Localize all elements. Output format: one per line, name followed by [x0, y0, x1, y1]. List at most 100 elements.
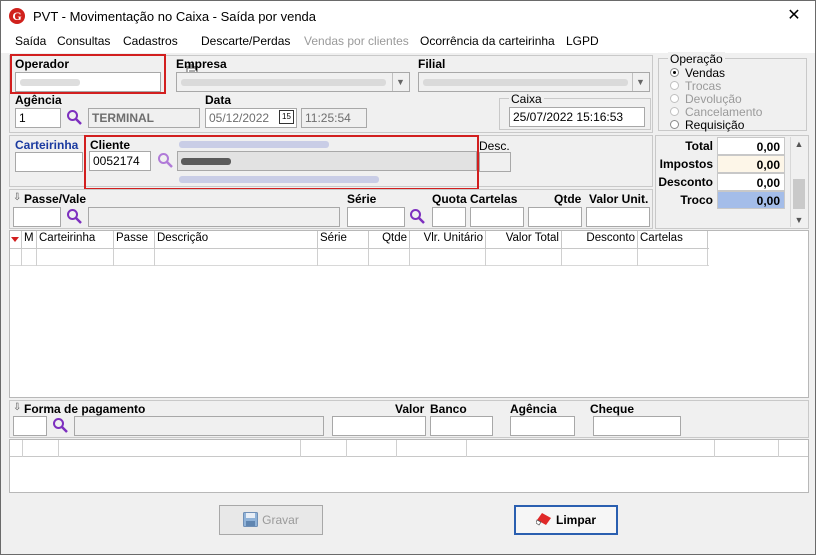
radio-devolucao[interactable] [670, 94, 679, 103]
payment-grid[interactable] [9, 439, 809, 493]
valor-field[interactable] [332, 416, 426, 436]
grid-marker-cell [10, 231, 22, 248]
filial-dropdown-icon[interactable]: ▼ [632, 73, 648, 91]
filial-select[interactable] [418, 72, 650, 92]
radio-trocas-label: Trocas [685, 79, 722, 93]
radio-vendas[interactable] [670, 68, 679, 77]
limpar-label: Limpar [555, 513, 596, 527]
pagamento-pin-icon: ⇩ [13, 402, 22, 413]
banco-label: Banco [430, 402, 467, 416]
cliente-highlight [84, 135, 479, 190]
cartelas-field[interactable] [470, 207, 524, 227]
valor-unit-field[interactable] [586, 207, 650, 227]
passe-label: Passe/Vale [24, 192, 87, 206]
agencia-label: Agência [15, 93, 62, 107]
radio-vendas-label: Vendas [685, 66, 726, 80]
carteirinha-field[interactable] [15, 152, 83, 172]
pagamento-search-icon[interactable] [52, 417, 68, 433]
col-m[interactable]: M [22, 231, 37, 248]
limpar-button[interactable]: Limpar [514, 505, 618, 535]
gravar-button[interactable]: Gravar [219, 505, 323, 535]
app-logo-icon: G [9, 8, 25, 24]
col-desconto[interactable]: Desconto [562, 231, 638, 248]
window-title: PVT - Movimentação no Caixa - Saída por … [33, 9, 317, 24]
serie-search-icon[interactable] [409, 208, 425, 224]
empresa-label: Empresa [176, 57, 227, 71]
qtde-field[interactable] [528, 207, 582, 227]
calendar-icon[interactable]: 15 [279, 110, 294, 124]
passe-pin-icon: ⇩ [13, 192, 22, 203]
main-window: G PVT - Movimentação no Caixa - Saída po… [0, 0, 816, 555]
empresa-select[interactable] [176, 72, 410, 92]
pag-agencia-label: Agência [510, 402, 557, 416]
menu-consultas[interactable]: Consultas [57, 34, 110, 48]
agencia-search-icon[interactable] [66, 109, 82, 125]
empresa-dropdown-icon[interactable]: ▼ [392, 73, 408, 91]
cheque-field[interactable] [593, 416, 681, 436]
title-bar: G PVT - Movimentação no Caixa - Saída po… [1, 1, 815, 31]
scroll-down-icon[interactable]: ▼ [791, 213, 807, 227]
valor-label: Valor [395, 402, 425, 416]
data-label: Data [205, 93, 232, 107]
quota-label: Quota [432, 192, 467, 206]
close-button[interactable]: ✕ [781, 5, 807, 27]
col-valor-total[interactable]: Valor Total [486, 231, 562, 248]
radio-devolucao-label: Devolução [685, 92, 742, 106]
scroll-up-icon[interactable]: ▲ [791, 137, 807, 151]
serie-label: Série [347, 192, 377, 206]
forma-pagamento-field[interactable] [13, 416, 47, 436]
quota-field[interactable] [432, 207, 466, 227]
col-cartelas[interactable]: Cartelas [638, 231, 708, 248]
operacao-label: Operação [668, 52, 725, 66]
totals-scrollbar[interactable]: ▲ ▼ [790, 137, 807, 227]
carteirinha-label: Carteirinha [15, 138, 79, 152]
cheque-label: Cheque [590, 402, 635, 416]
desconto-label: Desconto [658, 175, 713, 189]
pag-agencia-field[interactable] [510, 416, 575, 436]
filial-label: Filial [418, 57, 446, 71]
gravar-label: Gravar [262, 513, 299, 527]
col-carteirinha[interactable]: Carteirinha [37, 231, 114, 248]
passe-desc-field [88, 207, 340, 227]
menu-lgpd[interactable]: LGPD [566, 34, 599, 48]
radio-cancelamento-label: Cancelamento [685, 105, 763, 119]
menu-vendas-clientes[interactable]: Vendas por clientes [304, 34, 409, 48]
troco-value: 0,00 [717, 191, 785, 209]
radio-requisicao-label: Requisição [685, 118, 745, 132]
operador-highlight [10, 54, 166, 94]
col-serie[interactable]: Série [318, 231, 369, 248]
col-passe[interactable]: Passe [114, 231, 155, 248]
menu-descarte[interactable]: Descarte/Perdas [201, 34, 290, 48]
cartelas-label: Cartelas [470, 192, 518, 206]
menu-ocorrencia[interactable]: Ocorrência da carteirinha [420, 34, 555, 48]
radio-cancelamento[interactable] [670, 107, 679, 116]
qtde-label: Qtde [554, 192, 582, 206]
hora-field: 11:25:54 [301, 108, 367, 128]
menu-bar: Saída Consultas Cadastros Descarte/Perda… [1, 31, 815, 80]
menu-cadastros[interactable]: Cadastros [123, 34, 178, 48]
impostos-value: 0,00 [717, 155, 785, 173]
eraser-icon [535, 509, 552, 526]
passe-field[interactable] [13, 207, 61, 227]
troco-label: Troco [680, 193, 713, 207]
banco-field[interactable] [430, 416, 493, 436]
caixa-field[interactable]: 25/07/2022 15:16:53 [509, 107, 645, 127]
radio-trocas[interactable] [670, 81, 679, 90]
caixa-label: Caixa [509, 92, 544, 106]
desc-label: Desc. [479, 139, 510, 153]
desc-field[interactable] [479, 152, 511, 172]
agencia-field[interactable]: 1 [15, 108, 61, 128]
menu-saida[interactable]: Saída [15, 34, 46, 48]
valor-unit-label: Valor Unit. [589, 192, 649, 206]
radio-requisicao[interactable] [670, 120, 679, 129]
scroll-thumb[interactable] [793, 179, 805, 209]
serie-field[interactable] [347, 207, 405, 227]
col-qtde[interactable]: Qtde [369, 231, 410, 248]
col-descricao[interactable]: Descrição [155, 231, 318, 248]
total-value: 0,00 [717, 137, 785, 155]
save-icon [243, 509, 259, 527]
passe-search-icon[interactable] [66, 208, 82, 224]
col-vlr-unitario[interactable]: Vlr. Unitário [410, 231, 486, 248]
grid-empty-row[interactable] [10, 248, 709, 266]
impostos-label: Impostos [659, 157, 713, 171]
